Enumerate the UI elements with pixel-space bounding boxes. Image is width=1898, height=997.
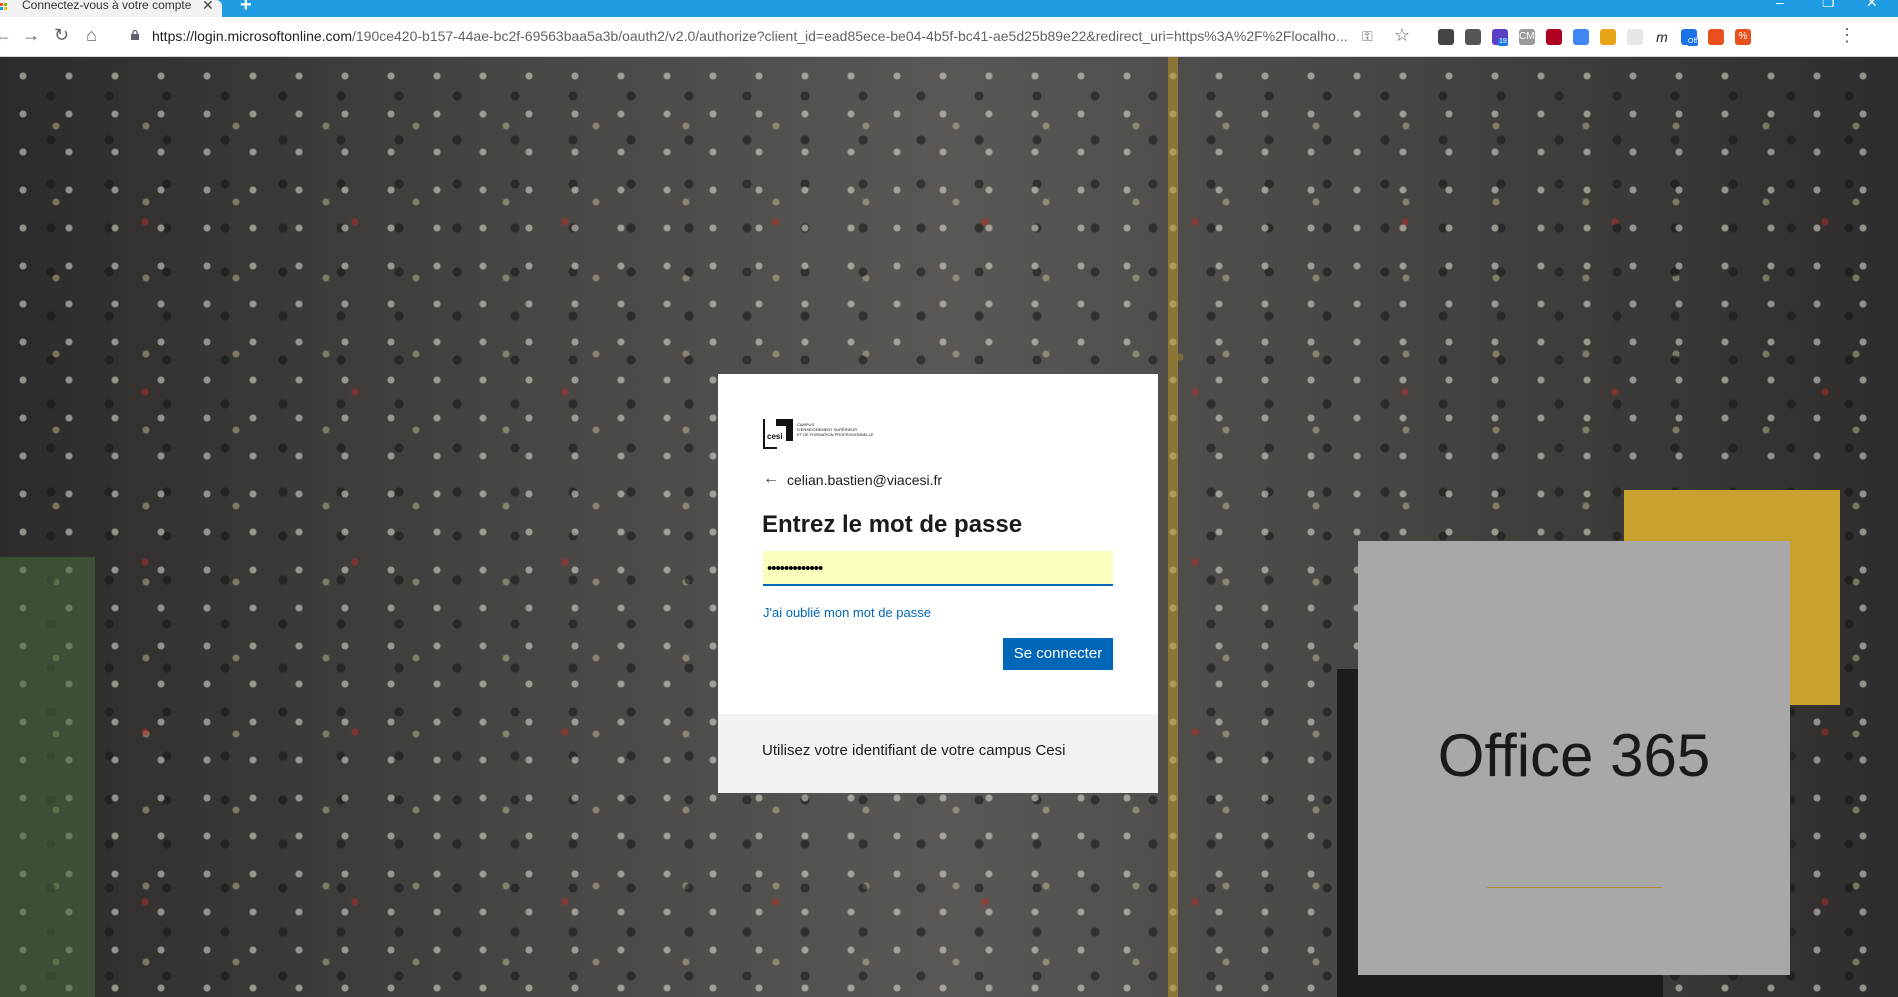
new-tab-button[interactable]: + [240,0,252,17]
dialog-footer: Utilisez votre identifiant de votre camp… [718,714,1158,793]
office365-title: Office 365 [1437,722,1711,789]
extension-badge: Off [1687,38,1699,46]
identity-email: celian.bastien@viacesi.fr [787,472,943,488]
green-area [0,557,95,997]
badge-extension-icon[interactable]: 19 [1492,29,1508,46]
cesi-logo: cesi CAMPUS D'ENSEIGNEMENT SUPÉRIEUR ET … [763,419,874,449]
tab-strip: Connectez-vous à votre compte ✕ + – ❐ ✕ [0,0,1898,17]
extension-badge: 19 [1498,38,1508,46]
translate-extension-icon[interactable] [1573,29,1589,45]
blank-extension-icon[interactable] [1627,29,1643,45]
url-host: https://login.microsoftonline.com [152,28,352,44]
back-arrow-icon[interactable]: ← [763,470,779,488]
pen-extension-icon[interactable] [1438,29,1454,45]
sign-in-button[interactable]: Se connecter [1003,638,1113,670]
tab-title: Connectez-vous à votre compte [22,0,192,12]
minimize-icon[interactable]: – [1776,0,1784,10]
logo-tagline-3: ET DE FORMATION PROFESSIONNELLE [797,432,874,437]
forgot-password-link[interactable]: J'ai oublié mon mot de passe [763,605,931,620]
back-icon[interactable]: ← [0,25,12,46]
bookmark-star-icon[interactable]: ☆ [1394,25,1410,46]
key-icon[interactable]: ⚿ [1362,28,1373,45]
maximize-icon[interactable]: ❐ [1822,0,1835,11]
road-line [1168,57,1178,997]
page-title: Entrez le mot de passe [762,511,1023,538]
orange-extension-icon[interactable] [1708,29,1724,45]
ublock-extension-icon[interactable] [1546,29,1562,45]
circle-extension-icon[interactable] [1600,29,1616,45]
office365-divider [1487,887,1661,888]
microsoft-logo-icon [0,3,8,11]
browser-toolbar: ← → ↻ ⌂ https://login.microsoftonline.co… [0,17,1898,57]
close-tab-icon[interactable]: ✕ [202,0,214,14]
lock-icon[interactable] [130,30,140,40]
url-path: /190ce420-b157-44ae-bc2f-69563baa5a3b/oa… [351,28,1348,44]
close-window-icon[interactable]: ✕ [1866,0,1878,11]
login-dialog: cesi CAMPUS D'ENSEIGNEMENT SUPÉRIEUR ET … [718,374,1158,793]
home-icon[interactable]: ⌂ [86,25,97,46]
off-extension-icon[interactable]: Off [1681,29,1699,46]
office365-panel: Office 365 [1358,541,1790,975]
clipboard-extension-icon[interactable] [1465,29,1481,45]
footer-text: Utilisez votre identifiant de votre camp… [762,742,1066,759]
forward-icon[interactable]: → [22,25,40,46]
page-background: Office 365 cesi CAMPUS D'ENSEIGNEMENT SU… [0,57,1898,997]
logo-text: cesi [767,432,783,441]
password-input[interactable]: ••••••••••••• [763,551,1113,586]
cmx-extension-icon[interactable]: CMX [1519,29,1541,45]
reload-icon[interactable]: ↻ [54,25,69,46]
address-bar[interactable]: https://login.microsoftonline.com/190ce4… [152,28,1348,44]
percent-extension-icon[interactable]: % [1735,29,1751,45]
m-extension-icon[interactable]: m [1654,29,1670,45]
menu-dots-icon[interactable]: ⋮ [1838,25,1856,46]
browser-tab[interactable]: Connectez-vous à votre compte ✕ [0,0,222,17]
